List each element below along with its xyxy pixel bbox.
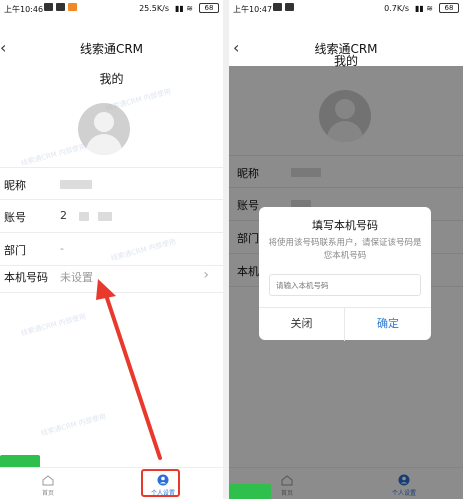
battery-icon: 68 [439, 3, 459, 13]
right-screenshot: 上午10:47 0.7K/s ▮▮ ≋ 68 ‹ 线索通CRM 我的 昵称 账号… [229, 0, 463, 499]
dialog-title: 填写本机号码 [312, 219, 378, 232]
tab-bar: 首页 个人设置 [0, 467, 223, 499]
tab-home[interactable]: 首页 [28, 475, 68, 497]
annotation-highlight-box [141, 469, 180, 497]
signal-icon: ▮▮ ≋ [414, 4, 433, 13]
left-screenshot: 上午10:46 25.5K/s ▮▮ ≋ 68 ‹ 线索通CRM 我的 线索通C… [0, 0, 223, 499]
close-button[interactable]: 关闭 [259, 308, 345, 341]
phone-number-dialog: 填写本机号码 将使用该号码联系用户，请保证该号码是您本机号码 关闭 确定 [259, 207, 431, 341]
tab-label: 首页 [41, 490, 54, 497]
confirm-button[interactable]: 确定 [345, 308, 431, 341]
dialog-buttons: 关闭 确定 [259, 307, 431, 341]
redacted-overlay [229, 484, 271, 499]
network-speed: 0.7K/s [384, 4, 409, 13]
status-time: 上午10:47 [233, 5, 273, 14]
phone-number-input[interactable] [269, 274, 421, 296]
dialog-description: 将使用该号码联系用户，请保证该号码是您本机号码 [268, 238, 422, 261]
annotation-arrow [96, 279, 162, 460]
notification-icons [273, 3, 294, 11]
home-icon [42, 475, 54, 486]
status-bar: 上午10:47 0.7K/s ▮▮ ≋ 68 [229, 0, 463, 28]
